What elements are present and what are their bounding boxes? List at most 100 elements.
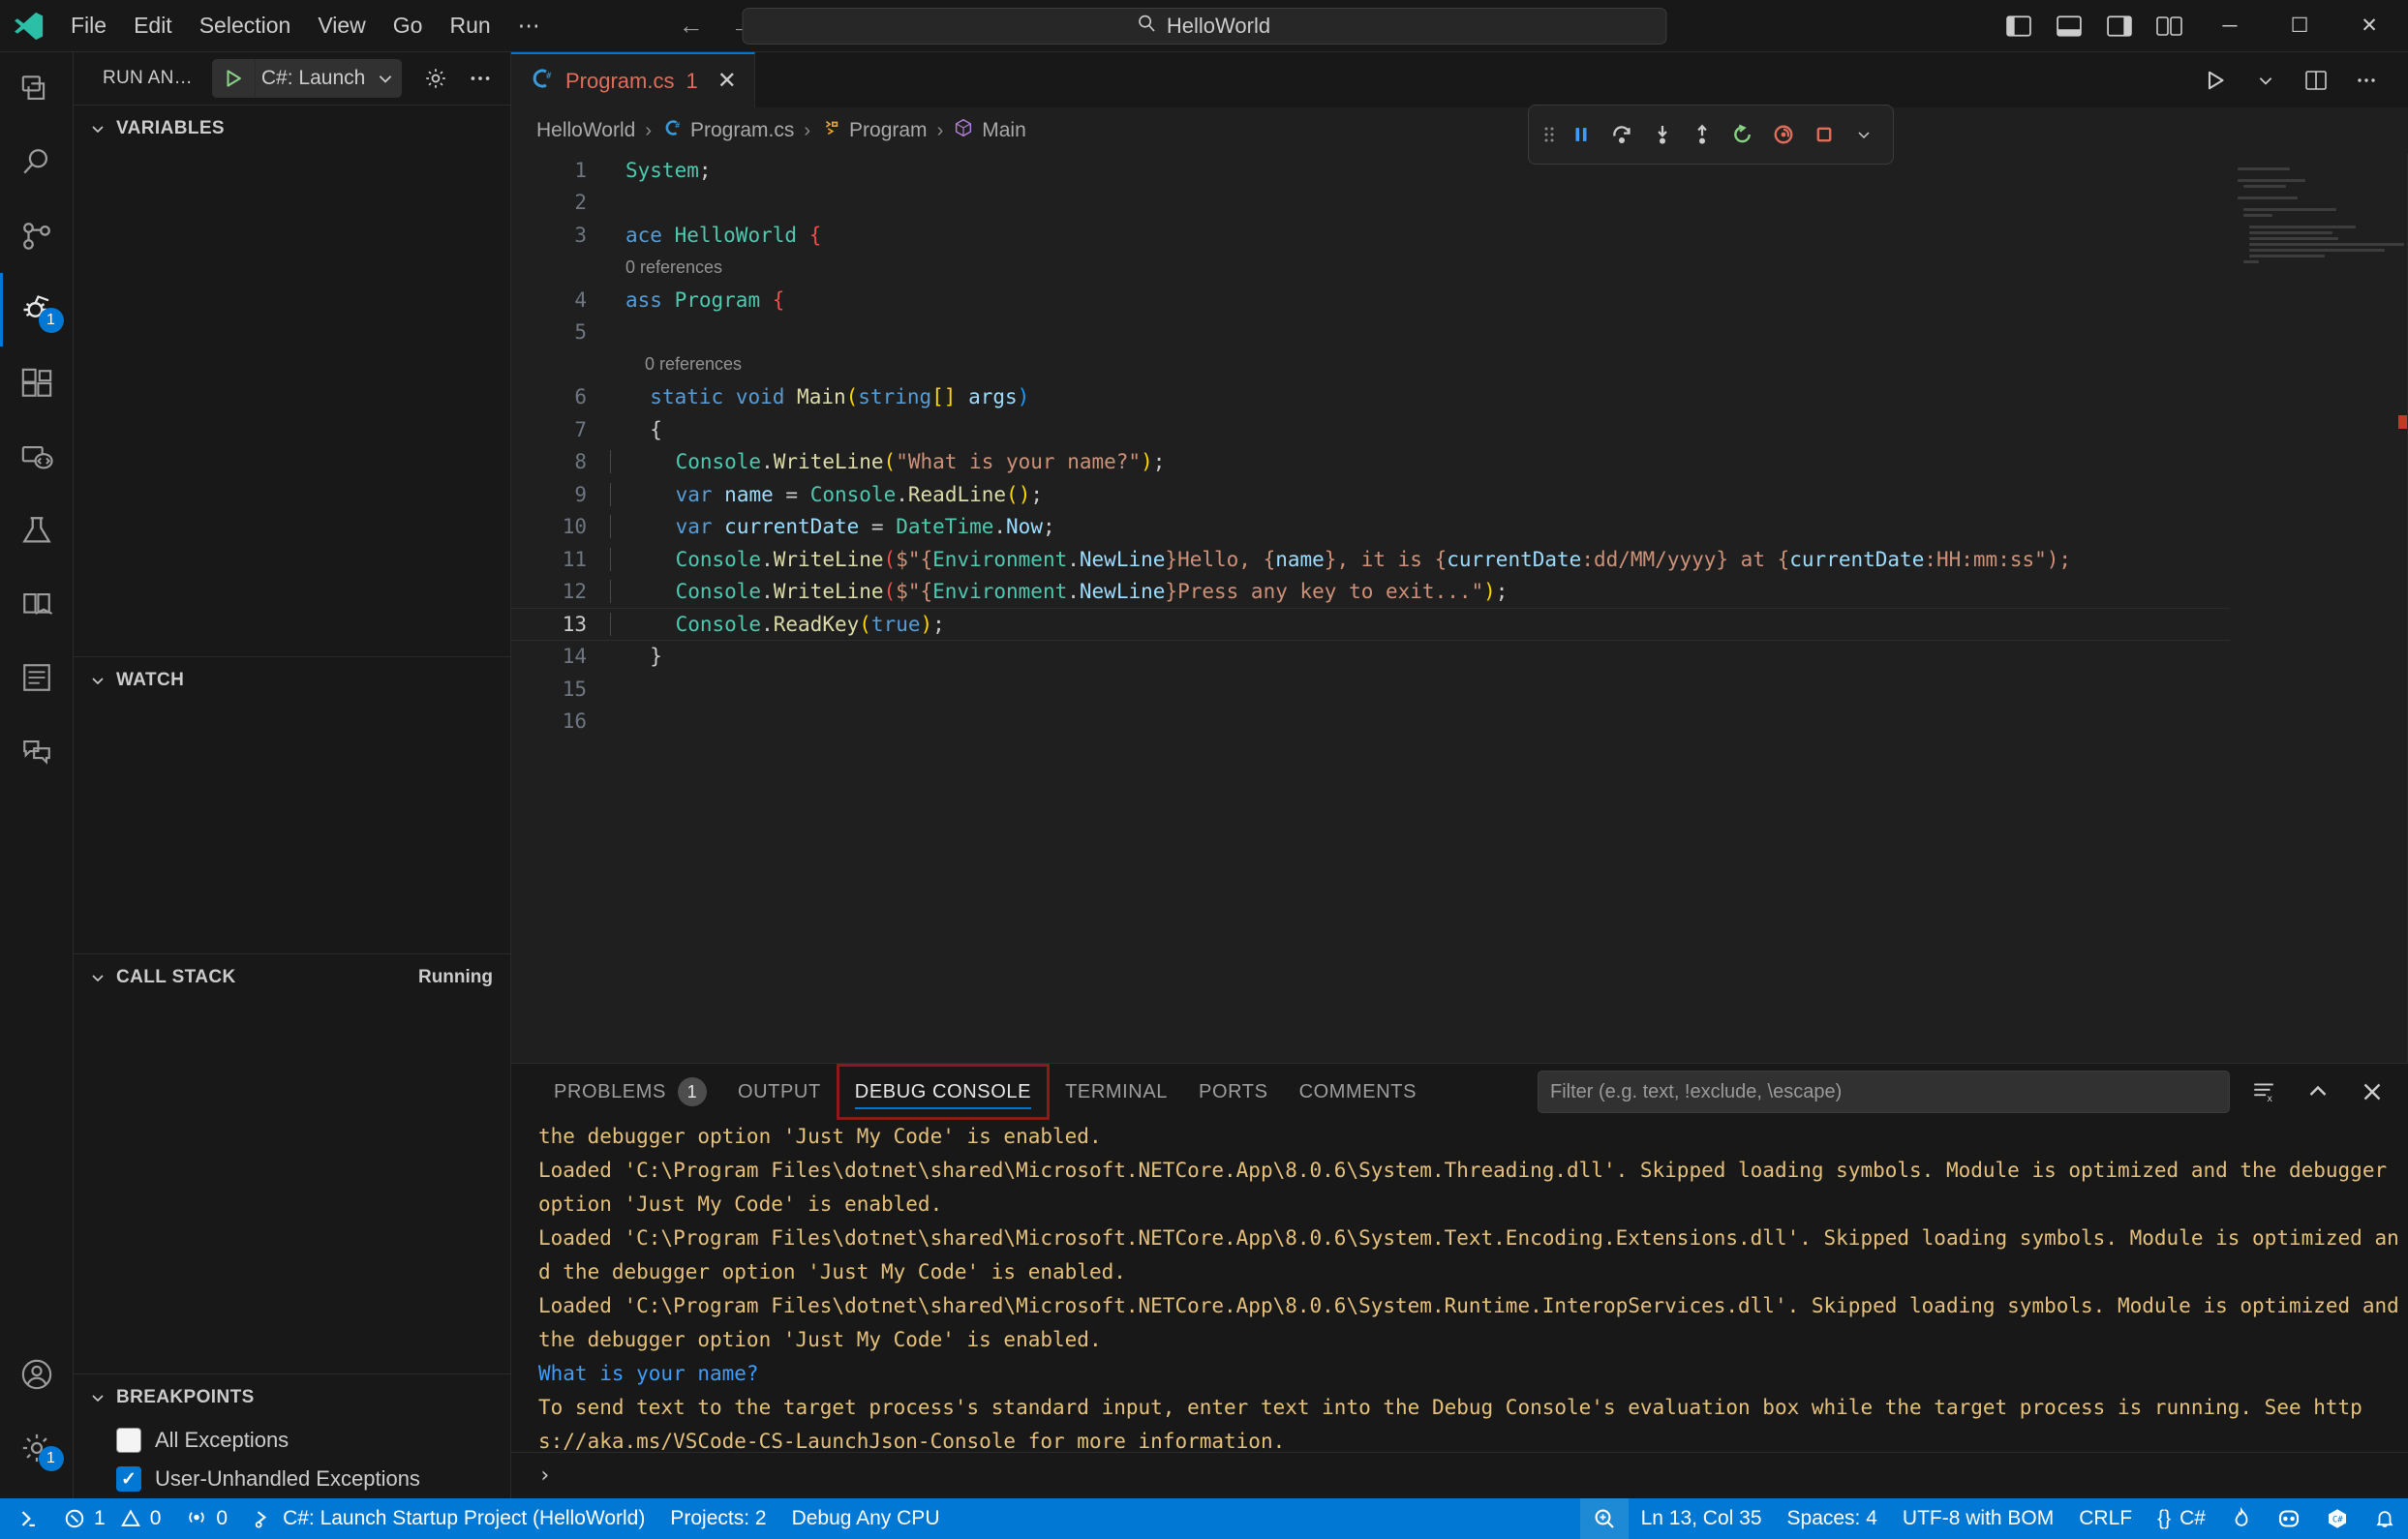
activity-learn-icon[interactable] xyxy=(0,567,74,641)
code-line-5[interactable]: 5 xyxy=(511,317,2230,349)
activity-extensions-icon[interactable] xyxy=(0,347,74,420)
breadcrumb-method[interactable]: Main xyxy=(953,117,1026,144)
breadcrumb-class[interactable]: Program xyxy=(820,117,928,144)
menu-more[interactable]: ⋯ xyxy=(505,8,553,44)
status-encoding[interactable]: UTF-8 with BOM xyxy=(1890,1498,2066,1539)
toggle-secondary-sidebar-icon[interactable] xyxy=(2096,7,2143,45)
tab-comments[interactable]: COMMENTS xyxy=(1284,1064,1432,1120)
tab-terminal[interactable]: TERMINAL xyxy=(1050,1064,1183,1120)
stop-dropdown-icon[interactable] xyxy=(1844,112,1883,157)
tab-debug-console[interactable]: DEBUG CONSOLE xyxy=(836,1064,1051,1120)
start-debugging-icon[interactable] xyxy=(212,68,255,89)
code-line-1[interactable]: 1 System; xyxy=(511,154,2230,187)
code-line-4[interactable]: 4 ass Program { xyxy=(511,284,2230,317)
all-exceptions-checkbox[interactable] xyxy=(116,1428,141,1453)
codelens-method[interactable]: . 0 references xyxy=(511,348,2230,381)
code-line-8[interactable]: 8 Console.WriteLine("What is your name?"… xyxy=(511,446,2230,479)
status-language-mode[interactable]: {} C# xyxy=(2145,1498,2218,1539)
pause-button[interactable] xyxy=(1562,112,1600,157)
codelens-text[interactable]: 0 references xyxy=(610,257,2230,278)
editor-minimap[interactable] xyxy=(2230,154,2408,1063)
status-indentation[interactable]: Spaces: 4 xyxy=(1775,1498,1890,1539)
status-build-config[interactable]: Debug Any CPU xyxy=(779,1498,953,1539)
menu-selection[interactable]: Selection xyxy=(187,8,304,44)
activity-solution-explorer-icon[interactable] xyxy=(0,641,74,714)
status-remote-indicator[interactable] xyxy=(0,1498,51,1539)
activity-accounts-icon[interactable] xyxy=(0,1338,74,1411)
tab-ports[interactable]: PORTS xyxy=(1183,1064,1284,1120)
breadcrumb-project[interactable]: HelloWorld xyxy=(536,119,635,142)
breakpoint-row-user-unhandled-exceptions[interactable]: ✓ User-Unhandled Exceptions xyxy=(74,1460,510,1498)
activity-chat-icon[interactable] xyxy=(0,714,74,788)
maximize-button[interactable]: ☐ xyxy=(2267,0,2332,52)
debug-console-output[interactable]: the debugger option 'Just My Code' is en… xyxy=(511,1120,2408,1452)
toggle-panel-icon[interactable] xyxy=(2046,7,2092,45)
code-lines[interactable]: 1 System; 2 3 ace HelloWorld { . 0 refer… xyxy=(511,154,2230,1063)
activity-explorer-icon[interactable] xyxy=(0,52,74,126)
status-flame-icon[interactable] xyxy=(2218,1498,2265,1539)
section-header-variables[interactable]: VARIABLES xyxy=(74,106,510,152)
code-line-14[interactable]: 14 } xyxy=(511,641,2230,674)
tab-output[interactable]: OUTPUT xyxy=(722,1064,837,1120)
code-line-10[interactable]: 10 var currentDate = DateTime.Now; xyxy=(511,511,2230,544)
code-editor[interactable]: 1 System; 2 3 ace HelloWorld { . 0 refer… xyxy=(511,154,2408,1063)
stop-button[interactable] xyxy=(1805,112,1844,157)
code-line-11[interactable]: 11 Console.WriteLine($"{Environment.NewL… xyxy=(511,543,2230,576)
launch-configuration-select[interactable]: C#: Launch xyxy=(211,59,402,98)
chevron-up-icon[interactable] xyxy=(2298,1071,2338,1112)
sidebar-more-actions-icon[interactable] xyxy=(462,60,499,97)
code-line-12[interactable]: 12 Console.WriteLine($"{Environment.NewL… xyxy=(511,576,2230,609)
code-line-13[interactable]: 13 Console.ReadKey(true); xyxy=(511,608,2230,641)
status-eol[interactable]: CRLF xyxy=(2066,1498,2145,1539)
code-line-7[interactable]: 7 { xyxy=(511,413,2230,446)
step-into-button[interactable] xyxy=(1643,112,1682,157)
menu-run[interactable]: Run xyxy=(437,8,503,44)
status-launch-target[interactable]: C#: Launch Startup Project (HelloWorld) xyxy=(240,1498,657,1539)
step-out-button[interactable] xyxy=(1684,112,1722,157)
menu-go[interactable]: Go xyxy=(381,8,436,44)
command-search-bar[interactable]: HelloWorld xyxy=(742,7,1666,45)
drag-handle-icon[interactable] xyxy=(1539,123,1560,146)
close-icon[interactable]: ✕ xyxy=(717,67,737,95)
menu-view[interactable]: View xyxy=(305,8,378,44)
activity-run-and-debug-icon[interactable]: 1 xyxy=(0,273,74,347)
code-line-3[interactable]: 3 ace HelloWorld { xyxy=(511,219,2230,252)
back-icon[interactable]: ← xyxy=(679,11,704,41)
customize-layout-icon[interactable] xyxy=(2147,7,2193,45)
codelens-text[interactable]: 0 references xyxy=(610,354,2230,375)
run-dropdown-icon[interactable] xyxy=(2243,58,2288,103)
filter-input[interactable] xyxy=(1550,1080,2217,1103)
minimize-button[interactable]: ─ xyxy=(2197,0,2263,52)
section-header-breakpoints[interactable]: BREAKPOINTS xyxy=(74,1374,510,1421)
debug-console-input-row[interactable]: › xyxy=(511,1452,2408,1498)
run-button[interactable] xyxy=(2193,58,2238,103)
activity-source-control-icon[interactable] xyxy=(0,199,74,273)
close-button[interactable]: ✕ xyxy=(2336,0,2402,52)
codelens-class[interactable]: . 0 references xyxy=(511,252,2230,285)
chevron-down-icon[interactable] xyxy=(369,70,402,87)
menu-file[interactable]: File xyxy=(58,8,119,44)
open-launchjson-gear-icon[interactable] xyxy=(417,60,454,97)
debug-console-filter[interactable] xyxy=(1538,1071,2230,1113)
status-notifications-bell-icon[interactable] xyxy=(2362,1498,2408,1539)
clear-console-icon[interactable]: x xyxy=(2243,1071,2284,1112)
code-line-6[interactable]: 6 static void Main(string[] args) xyxy=(511,381,2230,414)
user-unhandled-exceptions-checkbox[interactable]: ✓ xyxy=(116,1466,141,1492)
status-problems[interactable]: 1 0 xyxy=(51,1498,173,1539)
breakpoint-row-all-exceptions[interactable]: All Exceptions xyxy=(74,1421,510,1460)
tab-program-cs[interactable]: # Program.cs 1 ✕ xyxy=(511,52,755,107)
close-panel-icon[interactable] xyxy=(2352,1071,2393,1112)
breadcrumb-file[interactable]: # Program.cs xyxy=(661,117,794,144)
split-editor-button[interactable] xyxy=(2294,58,2338,103)
code-line-9[interactable]: 9 var name = Console.ReadLine(); xyxy=(511,478,2230,511)
status-projects[interactable]: Projects: 2 xyxy=(657,1498,778,1539)
hot-reload-button[interactable] xyxy=(1764,112,1803,157)
status-radio-tower[interactable]: 0 xyxy=(173,1498,240,1539)
status-screencast-zoom[interactable] xyxy=(1579,1498,1629,1539)
activity-settings-icon[interactable]: 1 xyxy=(0,1411,74,1485)
section-header-watch[interactable]: WATCH xyxy=(74,657,510,704)
menu-edit[interactable]: Edit xyxy=(121,8,185,44)
activity-search-icon[interactable] xyxy=(0,126,74,199)
section-header-call-stack[interactable]: CALL STACK Running xyxy=(74,954,510,1001)
more-actions-button[interactable] xyxy=(2344,58,2389,103)
